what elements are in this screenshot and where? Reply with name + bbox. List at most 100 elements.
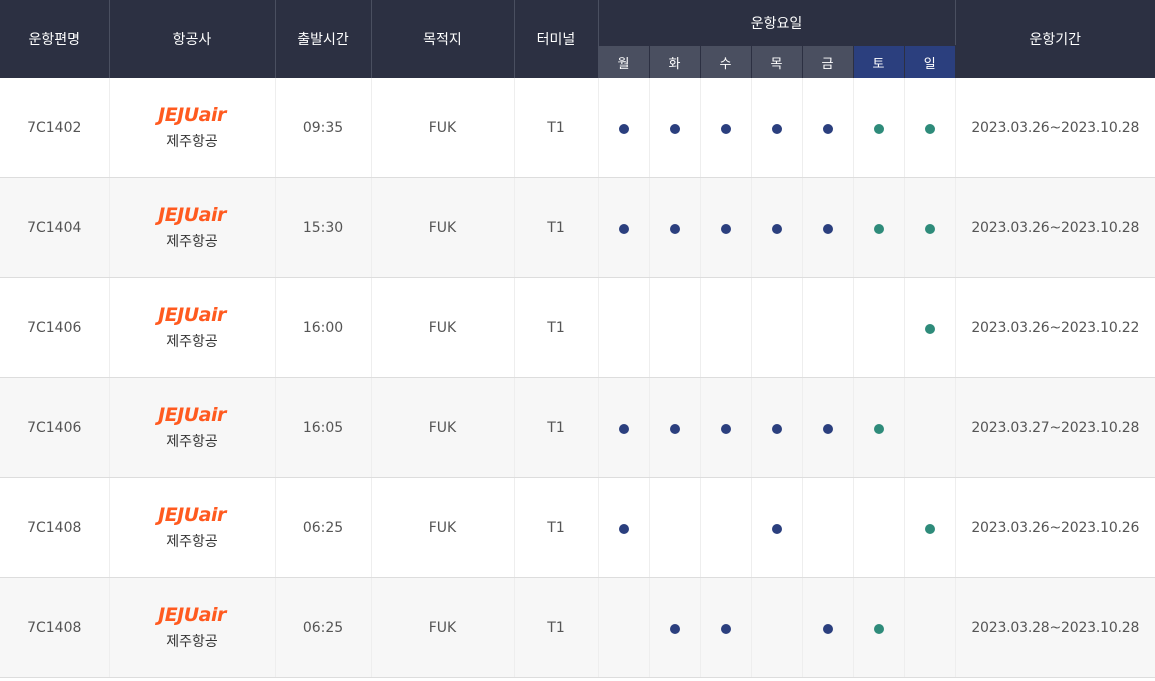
day-cell-sat [853, 377, 905, 478]
table-row: 7C1406 JEJUair 제주항공 16:00 FUK T1 2023.03.26~20… [0, 277, 1155, 378]
departure-time: 06:25 [275, 577, 372, 678]
day-cell-wed [700, 78, 752, 178]
day-cell-fri [802, 477, 854, 578]
jejuair-logo: JEJUair [158, 204, 226, 226]
header-row: 운항편명 항공사 출발시간 목적지 터미널 운항요일 운항기간 [0, 0, 1155, 78]
operating-day-dot-icon [822, 623, 833, 634]
airline-name: 제주항공 [166, 134, 218, 150]
operating-day-dot-icon [924, 223, 935, 234]
day-cell-sun [904, 477, 956, 578]
day-cell-fri [802, 377, 854, 478]
operating-day-dot-icon [618, 223, 629, 234]
day-cell-sun [904, 577, 956, 678]
operating-day-dot-icon [924, 523, 935, 534]
flight-number: 7C1402 [0, 78, 110, 178]
day-header-fri: 금 [802, 45, 854, 78]
day-cell-sat [853, 477, 905, 578]
day-cell-thu [751, 477, 803, 578]
airline-cell: JEJUair 제주항공 [109, 78, 276, 178]
operating-day-dot-icon [924, 123, 935, 134]
operating-day-dot-icon [822, 123, 833, 134]
operating-day-dot-icon [720, 423, 731, 434]
day-cell-thu [751, 78, 803, 178]
operating-day-dot-icon [669, 423, 680, 434]
day-cell-tue [649, 78, 701, 178]
day-cell-fri [802, 277, 854, 378]
departure-time: 16:05 [275, 377, 372, 478]
day-cell-wed [700, 177, 752, 278]
jejuair-logo: JEJUair [158, 404, 226, 426]
jejuair-logo: JEJUair [158, 104, 226, 126]
day-cell-tue [649, 377, 701, 478]
table-row: 7C1406 JEJUair 제주항공 16:05 FUK T1 2023.03.27~20… [0, 377, 1155, 478]
operating-day-dot-icon [822, 423, 833, 434]
day-cell-sun [904, 377, 956, 478]
terminal: T1 [514, 277, 599, 378]
day-header-sat: 토 [853, 45, 905, 78]
airline-name: 제주항공 [166, 334, 218, 350]
day-cell-wed [700, 277, 752, 378]
day-cell-sat [853, 177, 905, 278]
airline-cell: JEJUair 제주항공 [109, 177, 276, 278]
day-header-sun: 일 [904, 45, 956, 78]
day-cell-mon [598, 377, 650, 478]
day-cell-mon [598, 577, 650, 678]
day-cell-thu [751, 177, 803, 278]
terminal: T1 [514, 477, 599, 578]
airline-name: 제주항공 [166, 534, 218, 550]
day-cell-tue [649, 277, 701, 378]
day-cell-fri [802, 177, 854, 278]
operating-day-dot-icon [873, 423, 884, 434]
flight-number: 7C1404 [0, 177, 110, 278]
jejuair-logo: JEJUair [158, 304, 226, 326]
flight-number: 7C1406 [0, 277, 110, 378]
day-cell-tue [649, 477, 701, 578]
day-cell-mon [598, 277, 650, 378]
operating-period: 2023.03.28~2023.10.28 [955, 577, 1155, 678]
operating-day-dot-icon [924, 323, 935, 334]
header-airline: 항공사 [109, 0, 276, 78]
day-header-mon: 월 [598, 45, 650, 78]
day-cell-sun [904, 78, 956, 178]
table-row: 7C1408 JEJUair 제주항공 06:25 FUK T1 2023.03.26~20… [0, 477, 1155, 578]
operating-day-dot-icon [720, 223, 731, 234]
day-cell-sat [853, 577, 905, 678]
operating-day-dot-icon [669, 623, 680, 634]
day-cell-sun [904, 177, 956, 278]
airline-name: 제주항공 [166, 234, 218, 250]
operating-day-dot-icon [873, 223, 884, 234]
day-cell-sat [853, 277, 905, 378]
operating-day-dot-icon [669, 223, 680, 234]
terminal: T1 [514, 78, 599, 178]
day-cell-mon [598, 477, 650, 578]
day-cell-wed [700, 377, 752, 478]
terminal: T1 [514, 177, 599, 278]
operating-day-dot-icon [873, 623, 884, 634]
operating-day-dot-icon [771, 523, 782, 534]
day-cell-thu [751, 277, 803, 378]
departure-time: 15:30 [275, 177, 372, 278]
operating-period: 2023.03.26~2023.10.28 [955, 78, 1155, 178]
operating-period: 2023.03.26~2023.10.22 [955, 277, 1155, 378]
day-cell-fri [802, 577, 854, 678]
day-cell-tue [649, 177, 701, 278]
operating-day-dot-icon [771, 123, 782, 134]
departure-time: 06:25 [275, 477, 372, 578]
operating-day-dot-icon [873, 123, 884, 134]
operating-period: 2023.03.27~2023.10.28 [955, 377, 1155, 478]
table-row: 7C1402 JEJUair 제주항공 09:35 FUK T1 2023.03.26~20… [0, 78, 1155, 178]
operating-day-dot-icon [771, 223, 782, 234]
day-header-thu: 목 [751, 45, 803, 78]
airline-cell: JEJUair 제주항공 [109, 377, 276, 478]
destination: FUK [371, 78, 515, 178]
destination: FUK [371, 477, 515, 578]
operating-day-dot-icon [618, 423, 629, 434]
day-cell-thu [751, 577, 803, 678]
header-destination: 목적지 [371, 0, 515, 78]
header-operating-period: 운항기간 [955, 0, 1155, 78]
day-cell-sun [904, 277, 956, 378]
operating-day-dot-icon [720, 623, 731, 634]
destination: FUK [371, 177, 515, 278]
operating-day-dot-icon [720, 123, 731, 134]
airline-cell: JEJUair 제주항공 [109, 577, 276, 678]
